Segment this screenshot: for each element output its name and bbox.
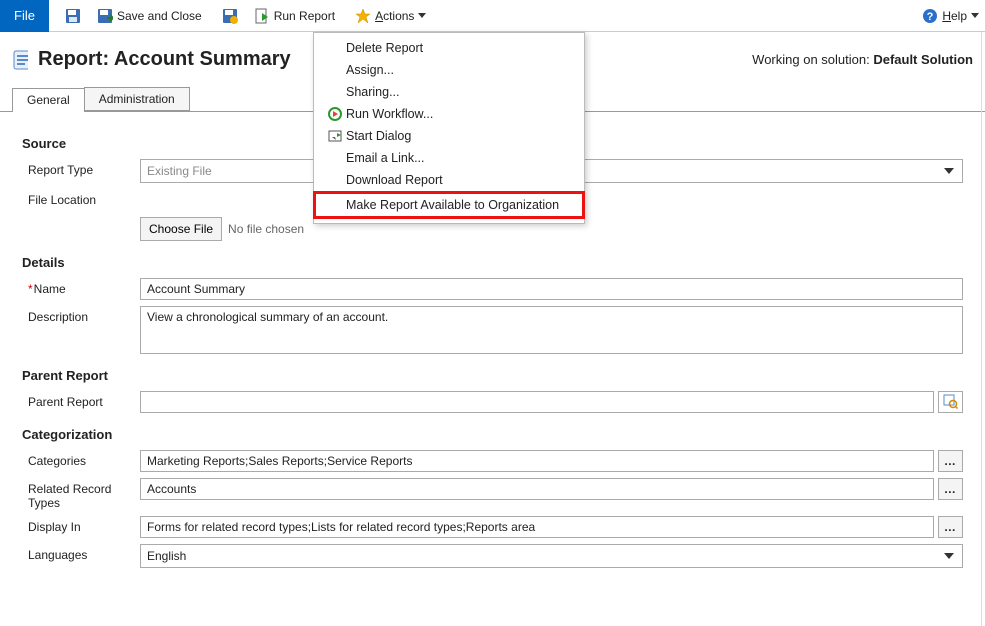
menu-item-run-workflow[interactable]: Run Workflow... xyxy=(314,103,584,125)
svg-text:?: ? xyxy=(927,11,934,23)
run-report-label: Run Report xyxy=(274,9,335,23)
name-input[interactable] xyxy=(140,278,963,300)
save-and-close-button[interactable]: Save and Close xyxy=(91,0,208,32)
parent-report-input[interactable] xyxy=(140,391,934,413)
run-report-icon xyxy=(254,8,270,24)
related-record-types-input[interactable] xyxy=(140,478,934,500)
help-label: Help xyxy=(942,9,967,23)
actions-dropdown-menu: Delete Report Assign... Sharing... Run W… xyxy=(313,32,585,224)
menu-item-assign[interactable]: Assign... xyxy=(314,59,584,81)
label-languages: Languages xyxy=(22,544,140,562)
ellipsis-icon: … xyxy=(944,454,957,468)
chevron-down-icon xyxy=(418,13,426,18)
actions-menu-button[interactable]: Actions xyxy=(349,0,432,32)
section-details: Details xyxy=(22,255,963,270)
menu-item-email-link[interactable]: Email a Link... xyxy=(314,147,584,169)
chevron-down-icon xyxy=(971,13,979,18)
save-close-icon xyxy=(97,8,113,24)
label-name: *Name xyxy=(22,278,140,296)
categories-input[interactable] xyxy=(140,450,934,472)
categories-edit-button[interactable]: … xyxy=(938,450,963,472)
label-report-type: Report Type xyxy=(22,159,140,177)
save-as-icon xyxy=(222,8,238,24)
help-icon: ? xyxy=(922,8,938,24)
toolbar: File Save and Close Run Report Actions xyxy=(0,0,985,32)
languages-select[interactable]: English xyxy=(140,544,963,568)
section-categorization: Categorization xyxy=(22,427,963,442)
report-entity-icon xyxy=(12,52,28,68)
menu-item-make-available-org[interactable]: Make Report Available to Organization xyxy=(313,191,585,219)
save-and-close-label: Save and Close xyxy=(117,9,202,23)
dialog-icon xyxy=(324,129,346,143)
ellipsis-icon: … xyxy=(944,482,957,496)
tab-general[interactable]: General xyxy=(12,88,85,112)
menu-item-start-dialog[interactable]: Start Dialog xyxy=(314,125,584,147)
tab-administration[interactable]: Administration xyxy=(84,87,190,111)
label-description: Description xyxy=(22,306,140,324)
save-as-button[interactable] xyxy=(216,0,248,32)
label-file-location: File Location xyxy=(22,189,140,207)
run-report-button[interactable]: Run Report xyxy=(248,0,341,32)
scrollbar[interactable] xyxy=(981,32,985,626)
save-icon xyxy=(65,8,81,24)
help-button[interactable]: ? Help xyxy=(916,0,985,32)
section-parent-report: Parent Report xyxy=(22,368,963,383)
label-categories: Categories xyxy=(22,450,140,468)
menu-item-sharing[interactable]: Sharing... xyxy=(314,81,584,103)
solution-context: Working on solution: Default Solution xyxy=(752,52,973,67)
ellipsis-icon: … xyxy=(944,520,957,534)
related-record-types-edit-button[interactable]: … xyxy=(938,478,963,500)
actions-icon xyxy=(355,8,371,24)
save-button[interactable] xyxy=(59,0,91,32)
menu-item-delete-report[interactable]: Delete Report xyxy=(314,37,584,59)
lookup-icon xyxy=(942,393,958,412)
workflow-icon xyxy=(324,107,346,121)
choose-file-button[interactable]: Choose File xyxy=(140,217,222,241)
display-in-input[interactable] xyxy=(140,516,934,538)
label-related-record-types: Related Record Types xyxy=(22,478,140,510)
label-display-in: Display In xyxy=(22,516,140,534)
label-parent-report: Parent Report xyxy=(22,391,140,409)
menu-item-download-report[interactable]: Download Report xyxy=(314,169,584,191)
file-menu-button[interactable]: File xyxy=(0,0,49,32)
no-file-chosen-text: No file chosen xyxy=(228,222,304,236)
description-textarea[interactable]: View a chronological summary of an accou… xyxy=(140,306,963,354)
parent-report-lookup-button[interactable] xyxy=(938,391,963,413)
display-in-edit-button[interactable]: … xyxy=(938,516,963,538)
actions-label: Actions xyxy=(375,9,414,23)
